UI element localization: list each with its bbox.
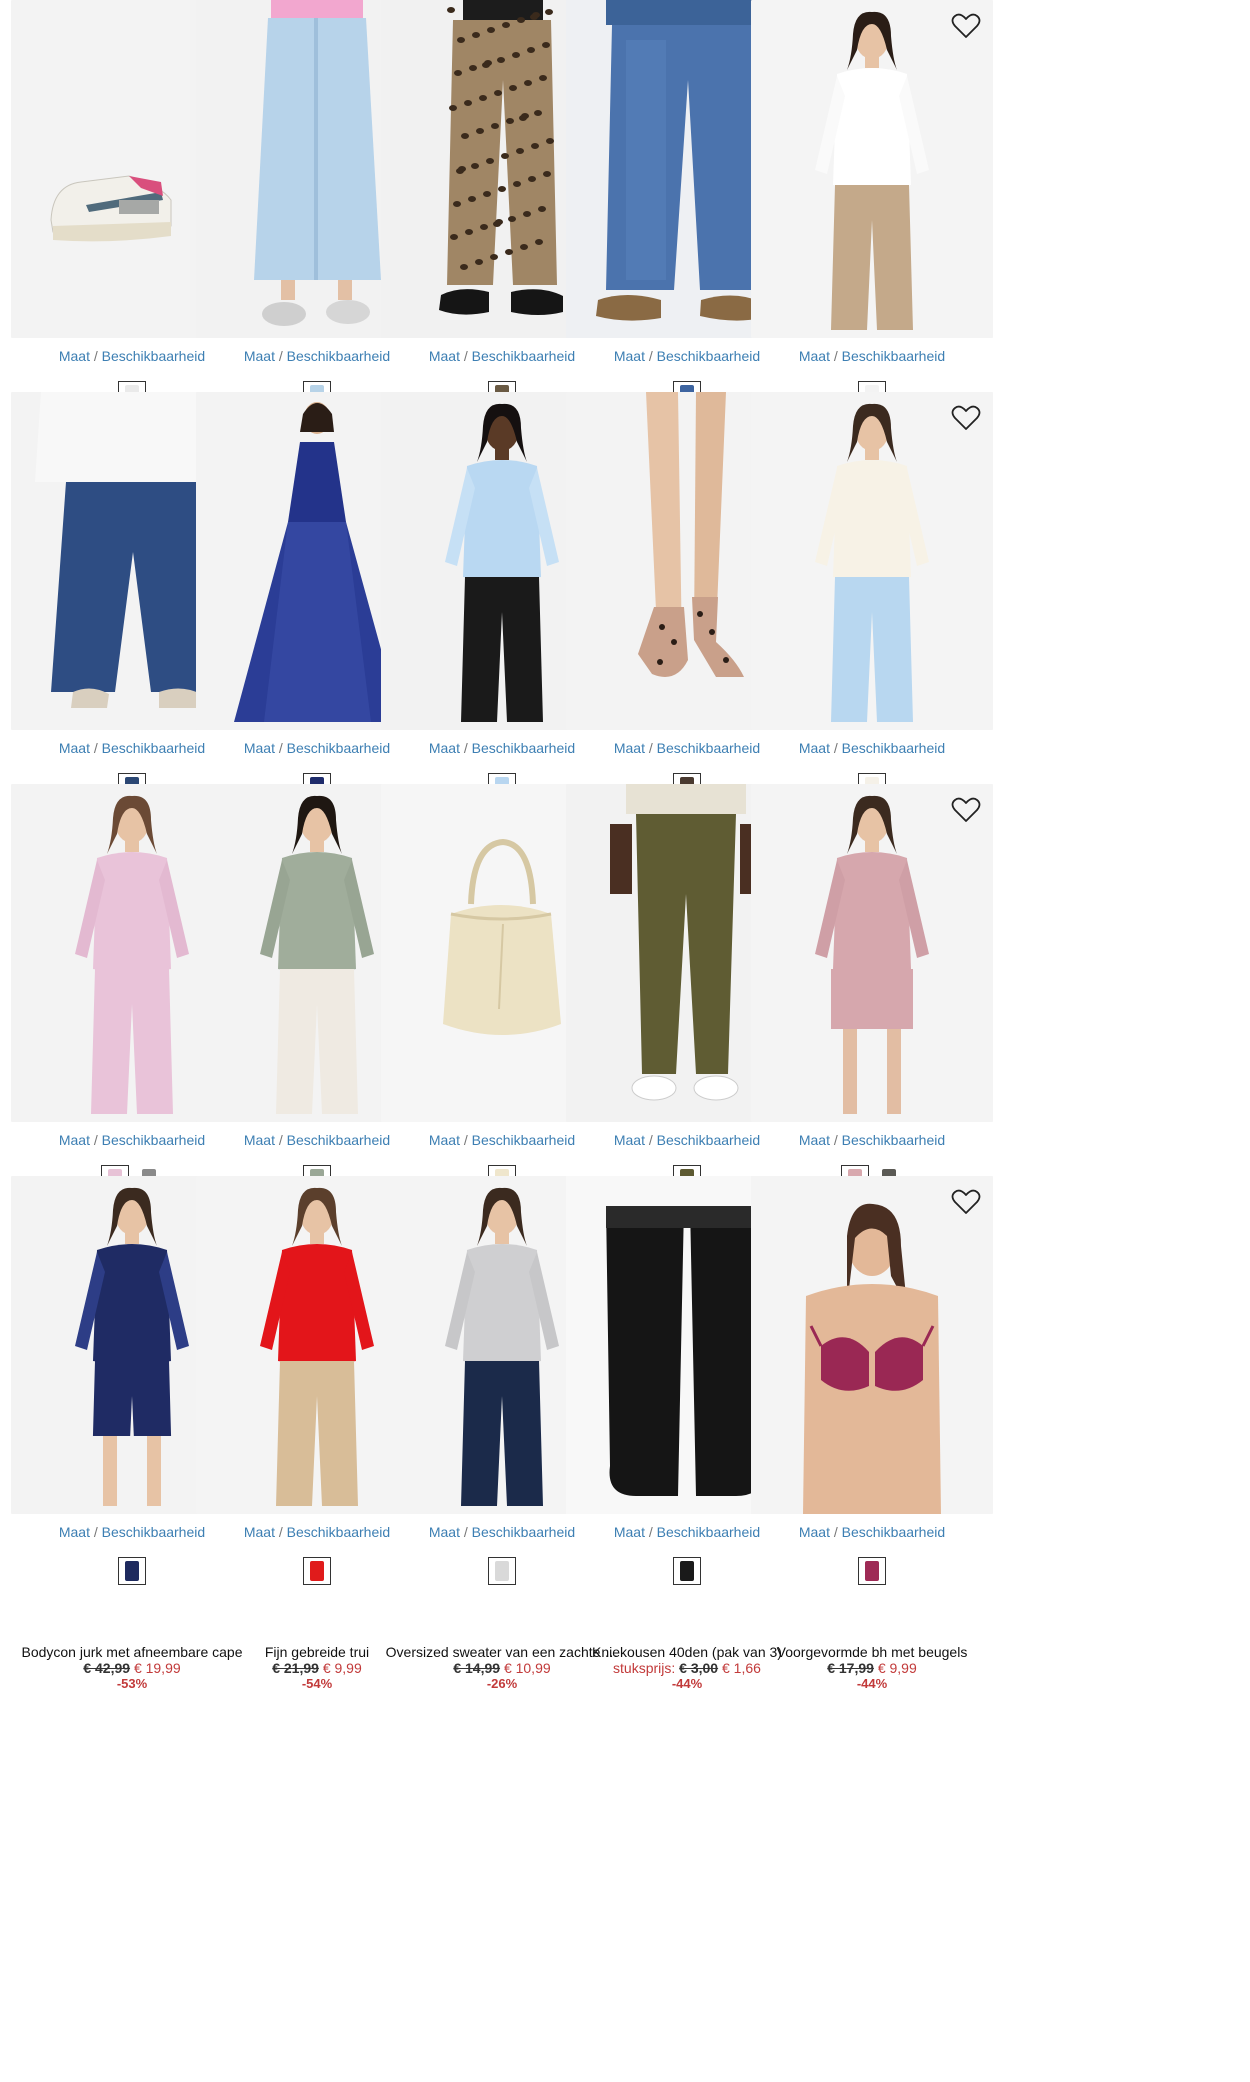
discount-badge: -44% <box>856 1676 888 1691</box>
size-separator: / <box>648 1132 653 1148</box>
color-swatch[interactable] <box>858 1557 886 1585</box>
availability-label: Beschikbaarheid <box>101 1524 206 1540</box>
old-price: € 17,99 <box>827 1660 874 1676</box>
size-label: Maat <box>58 1524 90 1540</box>
sale-price: € 9,99 <box>322 1660 362 1676</box>
wishlist-heart-icon[interactable] <box>951 1188 981 1216</box>
color-swatch[interactable] <box>118 1557 146 1585</box>
size-separator: / <box>93 348 98 364</box>
color-swatch[interactable] <box>303 1557 331 1585</box>
size-label: Maat <box>243 348 275 364</box>
product-card[interactable]: Maat / Beschikbaarheid Voorgevormde bh m… <box>751 1176 993 1691</box>
wishlist-heart-icon[interactable] <box>951 12 981 40</box>
size-separator: / <box>648 740 653 756</box>
size-label: Maat <box>798 1524 830 1540</box>
size-separator: / <box>833 348 838 364</box>
availability-label: Beschikbaarheid <box>841 740 946 756</box>
size-separator: / <box>463 1524 468 1540</box>
size-label: Maat <box>58 1132 90 1148</box>
availability-label: Beschikbaarheid <box>471 1132 576 1148</box>
availability-label: Beschikbaarheid <box>656 1132 761 1148</box>
color-swatch[interactable] <box>488 1557 516 1585</box>
size-separator: / <box>648 1524 653 1540</box>
product-image[interactable] <box>751 0 993 338</box>
size-availability-link[interactable]: Maat / Beschikbaarheid <box>751 1524 993 1540</box>
size-label: Maat <box>798 1132 830 1148</box>
size-label: Maat <box>428 740 460 756</box>
size-separator: / <box>278 1132 283 1148</box>
product-price: € 17,99 € 9,99 <box>751 1660 993 1676</box>
availability-label: Beschikbaarheid <box>471 740 576 756</box>
size-separator: / <box>93 1524 98 1540</box>
size-availability-link[interactable]: Maat / Beschikbaarheid <box>751 1132 993 1148</box>
size-label: Maat <box>798 348 830 364</box>
product-image[interactable] <box>751 784 993 1122</box>
wishlist-heart-icon[interactable] <box>951 404 981 432</box>
availability-label: Beschikbaarheid <box>286 740 391 756</box>
old-price: € 14,99 <box>453 1660 501 1676</box>
size-separator: / <box>278 348 283 364</box>
availability-label: Beschikbaarheid <box>286 348 391 364</box>
availability-label: Beschikbaarheid <box>841 1524 946 1540</box>
size-separator: / <box>463 348 468 364</box>
size-label: Maat <box>243 740 275 756</box>
size-label: Maat <box>58 348 90 364</box>
size-label: Maat <box>613 1524 645 1540</box>
size-label: Maat <box>428 1132 460 1148</box>
size-separator: / <box>278 1524 283 1540</box>
availability-label: Beschikbaarheid <box>656 1524 761 1540</box>
size-separator: / <box>648 348 653 364</box>
old-price: € 3,00 <box>679 1660 719 1676</box>
color-swatches <box>751 1557 993 1589</box>
wishlist-heart-icon[interactable] <box>951 796 981 824</box>
size-separator: / <box>463 740 468 756</box>
availability-label: Beschikbaarheid <box>841 348 946 364</box>
color-swatch[interactable] <box>673 1557 701 1585</box>
availability-label: Beschikbaarheid <box>841 1132 946 1148</box>
size-separator: / <box>833 1132 838 1148</box>
product-image[interactable] <box>751 1176 993 1514</box>
size-label: Maat <box>428 1524 460 1540</box>
availability-label: Beschikbaarheid <box>286 1524 391 1540</box>
size-separator: / <box>833 1524 838 1540</box>
size-availability-link[interactable]: Maat / Beschikbaarheid <box>751 348 993 364</box>
availability-label: Beschikbaarheid <box>286 1132 391 1148</box>
availability-label: Beschikbaarheid <box>656 740 761 756</box>
availability-label: Beschikbaarheid <box>471 1524 576 1540</box>
size-label: Maat <box>428 348 460 364</box>
size-label: Maat <box>243 1132 275 1148</box>
size-label: Maat <box>243 1524 275 1540</box>
old-price: € 21,99 <box>272 1660 319 1676</box>
product-name[interactable]: Voorgevormde bh met beugels <box>751 1644 993 1660</box>
size-separator: / <box>93 1132 98 1148</box>
size-label: Maat <box>613 1132 645 1148</box>
unit-price-label: stuksprijs: <box>613 1660 676 1676</box>
size-label: Maat <box>798 740 830 756</box>
size-availability-link[interactable]: Maat / Beschikbaarheid <box>751 740 993 756</box>
size-separator: / <box>278 740 283 756</box>
availability-label: Beschikbaarheid <box>101 1132 206 1148</box>
sale-price: € 9,99 <box>877 1660 917 1676</box>
old-price: € 42,99 <box>83 1660 131 1676</box>
size-separator: / <box>463 1132 468 1148</box>
sale-price: € 10,99 <box>503 1660 551 1676</box>
product-image[interactable] <box>751 392 993 730</box>
availability-label: Beschikbaarheid <box>101 348 206 364</box>
availability-label: Beschikbaarheid <box>101 740 206 756</box>
size-label: Maat <box>58 740 90 756</box>
sale-price: € 19,99 <box>133 1660 181 1676</box>
availability-label: Beschikbaarheid <box>656 348 761 364</box>
size-separator: / <box>833 740 838 756</box>
size-label: Maat <box>613 740 645 756</box>
size-label: Maat <box>613 348 645 364</box>
availability-label: Beschikbaarheid <box>471 348 576 364</box>
size-separator: / <box>93 740 98 756</box>
